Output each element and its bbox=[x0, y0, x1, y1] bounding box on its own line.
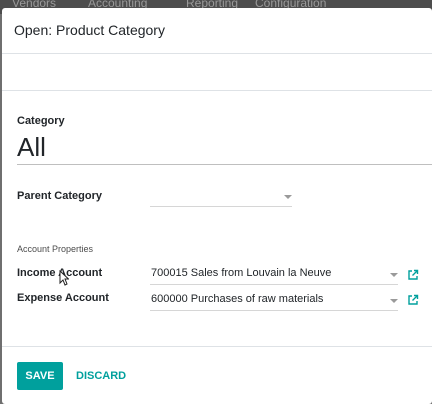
mouse-pointer-icon bbox=[59, 270, 69, 286]
category-name-label: Category bbox=[17, 115, 65, 127]
expense-account-value: 600000 Purchases of raw materials bbox=[151, 293, 324, 305]
chevron-down-icon bbox=[390, 299, 398, 303]
parent-category-select[interactable] bbox=[150, 188, 292, 207]
dialog-title: Open: Product Category bbox=[14, 22, 165, 38]
dialog-header: Open: Product Category bbox=[2, 8, 432, 54]
income-account-select[interactable]: 700015 Sales from Louvain la Neuve bbox=[150, 266, 398, 285]
external-link-icon[interactable] bbox=[407, 269, 419, 281]
income-account-value: 700015 Sales from Louvain la Neuve bbox=[151, 267, 332, 279]
category-name-value: All bbox=[17, 132, 46, 162]
parent-category-label: Parent Category bbox=[17, 190, 102, 202]
form-statusbar bbox=[2, 54, 432, 91]
save-button[interactable]: SAVE bbox=[17, 362, 63, 390]
category-name-input[interactable]: All bbox=[17, 130, 432, 165]
chevron-down-icon bbox=[284, 195, 292, 199]
expense-account-select[interactable]: 600000 Purchases of raw materials bbox=[150, 292, 398, 311]
external-link-icon[interactable] bbox=[407, 294, 419, 306]
chevron-down-icon bbox=[390, 273, 398, 277]
discard-button[interactable]: DISCARD bbox=[70, 362, 132, 390]
account-properties-heading: Account Properties bbox=[17, 244, 94, 254]
dialog-footer: SAVE DISCARD bbox=[2, 346, 432, 404]
expense-account-label: Expense Account bbox=[17, 292, 109, 304]
product-category-dialog: Open: Product Category Category All Pare… bbox=[2, 8, 432, 404]
